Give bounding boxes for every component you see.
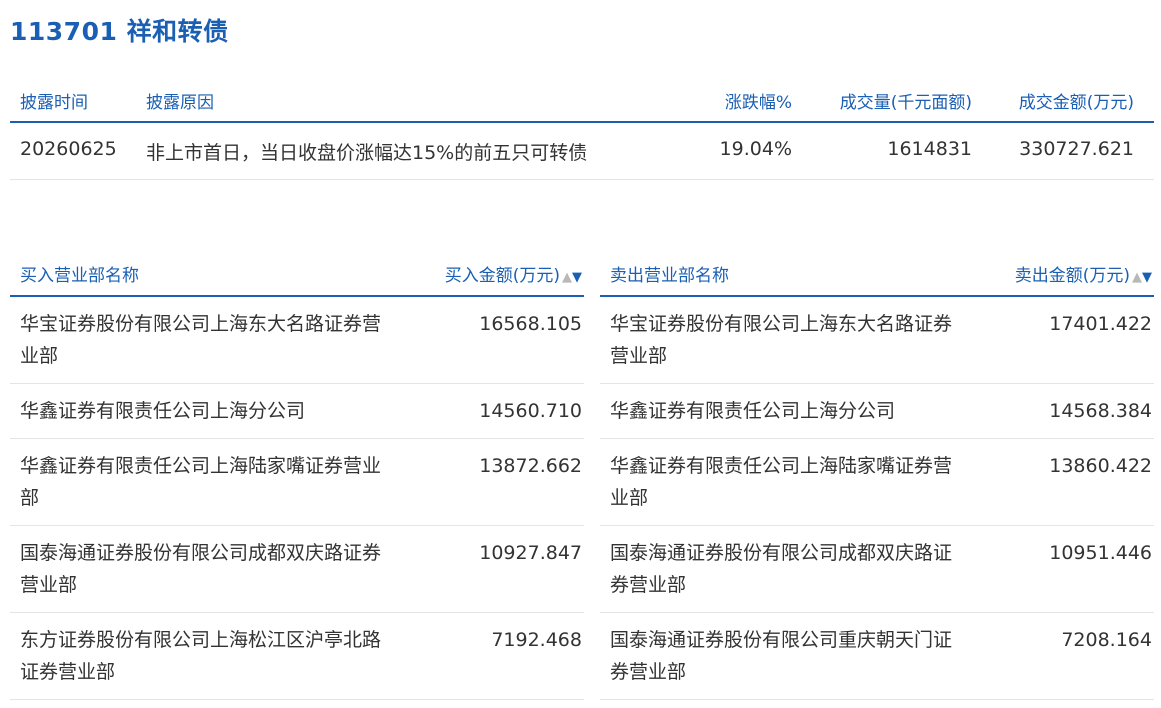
buy-row: 华鑫证券有限责任公司上海陆家嘴证券营业部 13872.662 [10, 439, 584, 526]
header-change-pct: 涨跌幅% [724, 93, 792, 113]
buy-broker-name: 华鑫证券有限责任公司上海陆家嘴证券营业部 [20, 455, 382, 509]
buy-name-header: 买入营业部名称 [20, 266, 139, 286]
buy-broker-name: 国泰海通证券股份有限公司成都双庆路证券营业部 [20, 542, 382, 596]
disclosure-date: 20260625 [20, 138, 117, 160]
buy-row: 华鑫证券有限责任公司上海分公司 14560.710 [10, 384, 584, 439]
sort-icon[interactable]: ▲▼ [1132, 270, 1152, 285]
buy-row: 东方证券股份有限公司上海松江区沪亭北路证券营业部 7192.468 [10, 613, 584, 700]
sell-row: 华宝证券股份有限公司上海东大名路证券营业部 17401.422 [600, 297, 1154, 384]
sell-broker-name: 国泰海通证券股份有限公司成都双庆路证券营业部 [610, 542, 953, 596]
disclosure-amount: 330727.621 [1019, 138, 1134, 160]
disclosure-table: 披露时间 披露原因 涨跌幅% 成交量(千元面额) 成交金额(万元) 202606… [10, 77, 1154, 180]
disclosure-reason: 非上市首日，当日收盘价涨幅达15%的前五只可转债 [146, 142, 588, 164]
buy-amount: 13872.662 [479, 455, 582, 477]
sell-amount-header-label: 卖出金额(万元) [1014, 266, 1130, 286]
disclosure-header-row: 披露时间 披露原因 涨跌幅% 成交量(千元面额) 成交金额(万元) [10, 77, 1154, 123]
header-reason: 披露原因 [146, 93, 214, 113]
buy-amount: 16568.105 [479, 313, 582, 335]
sell-broker-name: 华鑫证券有限责任公司上海陆家嘴证券营业部 [610, 455, 953, 509]
buy-amount: 7192.468 [491, 629, 582, 651]
sort-icon[interactable]: ▲▼ [562, 270, 582, 285]
sell-row: 华鑫证券有限责任公司上海陆家嘴证券营业部 13860.422 [600, 439, 1154, 526]
buy-amount-sort-header[interactable]: 买入金额(万元) ▲▼ [445, 261, 582, 286]
sort-up-icon: ▲ [1132, 270, 1142, 285]
sell-name-header: 卖出营业部名称 [610, 266, 729, 286]
header-amount: 成交金额(万元) [1018, 93, 1134, 113]
sell-amount: 10951.446 [1049, 542, 1152, 564]
header-date: 披露时间 [20, 93, 88, 113]
sell-broker-name: 国泰海通证券股份有限公司重庆朝天门证券营业部 [610, 629, 953, 683]
buy-amount-header-label: 买入金额(万元) [444, 266, 560, 286]
sell-row: 国泰海通证券股份有限公司成都双庆路证券营业部 10951.446 [600, 526, 1154, 613]
sell-row: 华鑫证券有限责任公司上海分公司 14568.384 [600, 384, 1154, 439]
buy-amount: 14560.710 [479, 400, 582, 422]
disclosure-volume: 1614831 [887, 138, 972, 160]
disclosure-row: 20260625 非上市首日，当日收盘价涨幅达15%的前五只可转债 19.04%… [10, 123, 1154, 180]
buy-broker-name: 华鑫证券有限责任公司上海分公司 [20, 400, 306, 422]
sell-amount: 13860.422 [1049, 455, 1152, 477]
sell-broker-name: 华宝证券股份有限公司上海东大名路证券营业部 [610, 313, 953, 367]
sort-up-icon: ▲ [562, 270, 572, 285]
sell-amount: 7208.164 [1061, 629, 1152, 651]
page-title: 113701 祥和转债 [10, 17, 229, 46]
sell-header-row: 卖出营业部名称 卖出金额(万元) ▲▼ [600, 253, 1154, 297]
sort-down-icon: ▼ [1142, 270, 1152, 285]
buy-broker-name: 东方证券股份有限公司上海松江区沪亭北路证券营业部 [20, 629, 382, 683]
disclosure-change-pct: 19.04% [719, 138, 792, 160]
buy-header-row: 买入营业部名称 买入金额(万元) ▲▼ [10, 253, 584, 297]
sell-amount: 17401.422 [1049, 313, 1152, 335]
sort-down-icon: ▼ [572, 270, 582, 285]
buy-amount: 10927.847 [479, 542, 582, 564]
buy-row: 华宝证券股份有限公司上海东大名路证券营业部 16568.105 [10, 297, 584, 384]
sell-row: 国泰海通证券股份有限公司重庆朝天门证券营业部 7208.164 [600, 613, 1154, 700]
sell-amount: 14568.384 [1049, 400, 1152, 422]
sell-brokers-table: 卖出营业部名称 卖出金额(万元) ▲▼ 华宝证券股份有限公司上海东大名路证券营业部… [600, 253, 1154, 700]
buy-row: 国泰海通证券股份有限公司成都双庆路证券营业部 10927.847 [10, 526, 584, 613]
sell-amount-sort-header[interactable]: 卖出金额(万元) ▲▼ [1015, 261, 1152, 286]
sell-broker-name: 华鑫证券有限责任公司上海分公司 [610, 400, 896, 422]
buy-broker-name: 华宝证券股份有限公司上海东大名路证券营业部 [20, 313, 382, 367]
buy-brokers-table: 买入营业部名称 买入金额(万元) ▲▼ 华宝证券股份有限公司上海东大名路证券营业部… [10, 253, 584, 700]
header-volume: 成交量(千元面额) [839, 93, 972, 113]
